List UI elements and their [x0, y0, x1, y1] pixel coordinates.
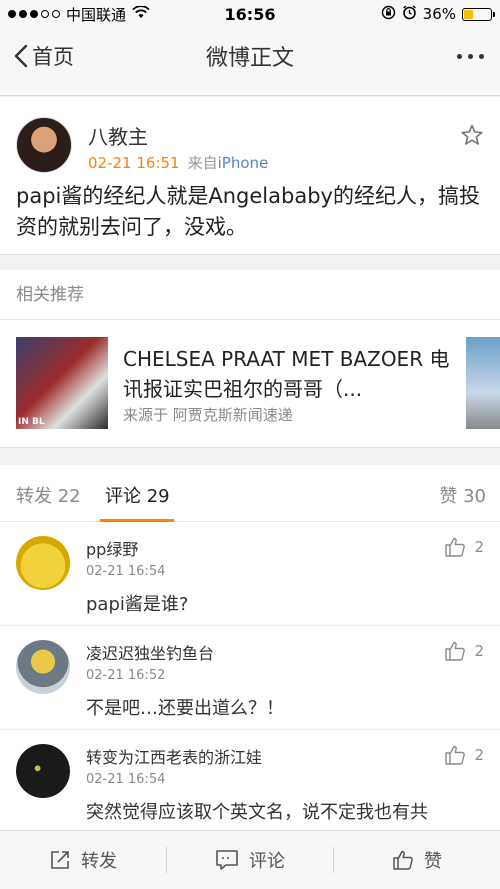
- battery-icon: [462, 7, 495, 21]
- comment-like-button[interactable]: 2: [444, 536, 484, 558]
- comment-time: 02-21 16:52: [86, 668, 166, 683]
- thumbs-up-icon: [445, 745, 466, 765]
- thumbs-up-icon: [445, 537, 466, 557]
- more-dot-icon: [468, 53, 473, 59]
- author-name[interactable]: 八教主: [88, 121, 148, 150]
- comment-text: 突然觉得应该取个英文名，说不定我也有共: [86, 802, 428, 823]
- signal-dot: [19, 10, 27, 18]
- comment-like-count: 2: [474, 538, 484, 556]
- comment-button[interactable]: 评论: [167, 847, 333, 873]
- favorite-button[interactable]: [460, 123, 484, 151]
- more-options-button[interactable]: [457, 53, 500, 59]
- comment-time: 02-21 16:54: [86, 564, 166, 579]
- thumbnail-tag: IN BL: [18, 417, 45, 427]
- commenter-avatar[interactable]: [16, 640, 70, 694]
- orientation-lock-icon: [381, 5, 396, 24]
- more-dot-icon: [479, 53, 484, 59]
- thumbs-up-icon: [393, 850, 413, 870]
- comment-like-button[interactable]: 2: [444, 744, 484, 766]
- tab-comment[interactable]: 评论 29: [105, 482, 170, 508]
- post-meta: 02-21 16:51 来自iPhone: [88, 152, 268, 173]
- signal-dot: [41, 10, 49, 18]
- signal-dot: [30, 10, 38, 18]
- weibo-post: 八教主 02-21 16:51 来自iPhone papi酱的经纪人就是Angel…: [0, 97, 500, 255]
- bottom-toolbar: 转发 评论 赞: [0, 830, 500, 889]
- top-bar: 中国联通 16:56 36% 首页 微博正文: [0, 0, 500, 96]
- related-thumbnail[interactable]: IN BL: [16, 337, 108, 429]
- tab-repost[interactable]: 转发 22: [16, 482, 81, 508]
- more-dot-icon: [457, 53, 462, 59]
- star-icon: [461, 124, 483, 145]
- chevron-left-icon: [14, 44, 28, 68]
- comment-icon: [216, 850, 238, 870]
- status-right: 36%: [381, 4, 495, 24]
- status-bar: 中国联通 16:56 36%: [0, 0, 500, 28]
- signal-strength-icon: [8, 10, 60, 18]
- battery-percent: 36%: [422, 5, 456, 23]
- related-source: 来源于 阿贾克斯新闻速递: [123, 406, 293, 424]
- commenter-name[interactable]: 转变为江西老表的浙江娃: [86, 744, 262, 768]
- author-avatar[interactable]: [16, 117, 72, 173]
- thumbs-up-icon: [445, 641, 466, 661]
- interaction-tabs: 转发 22 评论 29 赞 30: [0, 465, 500, 522]
- related-card[interactable]: IN BL CHELSEA PRAAT MET BAZOER 电讯报证实巴祖尔的…: [0, 320, 500, 448]
- post-time: 02-21 16:51: [88, 154, 180, 172]
- alarm-icon: [402, 4, 417, 24]
- wifi-icon: [132, 5, 150, 23]
- commenter-avatar[interactable]: [16, 744, 70, 798]
- like-button[interactable]: 赞: [334, 847, 500, 873]
- like-label: 赞: [424, 851, 442, 872]
- tab-like[interactable]: 赞 30: [439, 482, 486, 508]
- commenter-avatar[interactable]: [16, 536, 70, 590]
- commenter-name[interactable]: pp绿野: [86, 536, 138, 560]
- related-title[interactable]: CHELSEA PRAAT MET BAZOER 电讯报证实巴祖尔的哥哥（...: [123, 344, 453, 404]
- carrier-label: 中国联通: [66, 5, 127, 24]
- comment-text: papi酱是谁?: [86, 594, 189, 615]
- next-related-thumbnail[interactable]: [466, 337, 500, 429]
- comment-item: 转变为江西老表的浙江娃 02-21 16:54 突然觉得应该取个英文名，说不定我…: [0, 730, 500, 830]
- back-label: 首页: [32, 45, 74, 69]
- comment-text: 不是吧…还要出道么？！: [86, 698, 284, 719]
- comment-time: 02-21 16:54: [86, 772, 166, 787]
- comment-label: 评论: [249, 851, 285, 872]
- comment-like-count: 2: [474, 746, 484, 764]
- related-header: 相关推荐: [0, 270, 500, 320]
- repost-icon: [51, 851, 69, 869]
- comment-item: pp绿野 02-21 16:54 papi酱是谁? 2: [0, 522, 500, 626]
- back-button[interactable]: 首页: [0, 41, 74, 71]
- comment-list: pp绿野 02-21 16:54 papi酱是谁? 2 凌迟迟独坐钓鱼台 02-…: [0, 522, 500, 830]
- comment-like-button[interactable]: 2: [444, 640, 484, 662]
- post-text: papi酱的经纪人就是Angelababy的经纪人，搞投资的就别去问了，没戏。: [16, 184, 480, 239]
- commenter-name[interactable]: 凌迟迟独坐钓鱼台: [86, 640, 214, 664]
- repost-button[interactable]: 转发: [0, 847, 166, 873]
- battery-fill: [464, 9, 474, 19]
- nav-bar: 首页 微博正文: [0, 28, 500, 84]
- post-source-prefix: 来自: [187, 154, 218, 172]
- signal-dot: [52, 10, 60, 18]
- repost-label: 转发: [81, 851, 117, 872]
- comment-like-count: 2: [474, 642, 484, 660]
- page-title: 微博正文: [205, 46, 294, 71]
- signal-dot: [8, 10, 16, 18]
- comment-item: 凌迟迟独坐钓鱼台 02-21 16:52 不是吧…还要出道么？！ 2: [0, 626, 500, 730]
- post-source[interactable]: iPhone: [218, 154, 269, 172]
